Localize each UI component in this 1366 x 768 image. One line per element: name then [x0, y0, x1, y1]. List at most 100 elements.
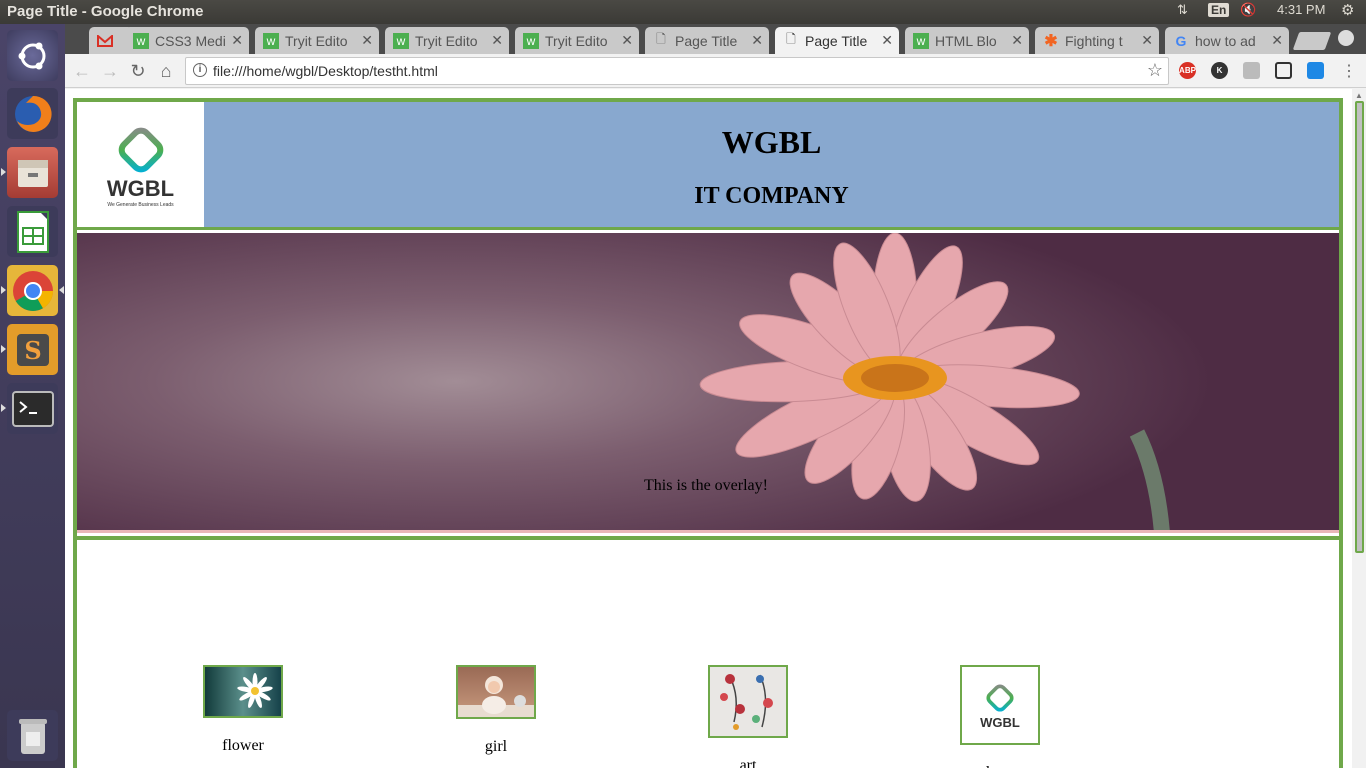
- close-icon[interactable]: ✕: [751, 32, 763, 49]
- tab-label: Tryit Edito: [415, 32, 478, 49]
- close-icon[interactable]: ✕: [881, 32, 893, 49]
- gallery-item-flower[interactable]: flower: [203, 665, 283, 755]
- site-logo: WGBL We Generate Business Leads: [77, 102, 204, 227]
- gallery-item-art[interactable]: art: [708, 665, 788, 768]
- tab-2[interactable]: w Tryit Edito ✕: [255, 27, 379, 54]
- close-icon[interactable]: ✕: [231, 32, 243, 49]
- tab-5[interactable]: 🗋 Page Title ✕: [645, 27, 769, 54]
- home-icon[interactable]: ⌂: [155, 60, 177, 82]
- forward-arrow-icon[interactable]: →: [99, 60, 121, 82]
- page-icon: 🗋: [656, 32, 666, 46]
- grey-extension-icon[interactable]: [1243, 62, 1260, 79]
- adblock-label: ABP: [1179, 66, 1196, 75]
- keyboard-layout-indicator[interactable]: En: [1208, 2, 1230, 17]
- close-icon[interactable]: ✕: [621, 32, 633, 49]
- hero-banner: This is the overlay!: [77, 233, 1339, 533]
- tab-1[interactable]: w CSS3 Medi ✕: [125, 27, 249, 54]
- terminal-icon[interactable]: [7, 383, 58, 434]
- image-gallery: flower girl art WGBL logo: [77, 540, 1339, 768]
- w3schools-icon: w: [393, 32, 409, 49]
- power-gear-icon[interactable]: ⚙: [1341, 1, 1354, 19]
- logo-thumbnail[interactable]: WGBL: [960, 665, 1040, 745]
- tab-label: HTML Blo: [935, 32, 997, 49]
- tab-7[interactable]: w HTML Blo ✕: [905, 27, 1029, 54]
- logo-tagline: We Generate Business Leads: [107, 201, 174, 208]
- reload-icon[interactable]: ↻: [127, 60, 149, 82]
- tab-strip: w CSS3 Medi ✕ w Tryit Edito ✕ w Tryit Ed…: [65, 24, 1366, 54]
- site-heading: WGBL: [721, 124, 822, 160]
- gallery-caption: logo: [960, 764, 1040, 768]
- tab-label: how to ad: [1195, 32, 1256, 49]
- volume-muted-icon[interactable]: 🔇: [1240, 2, 1256, 18]
- w3schools-icon: w: [263, 32, 279, 49]
- tab-label: Page Title: [675, 32, 738, 49]
- svg-text:S: S: [24, 336, 41, 365]
- blue-extension-icon[interactable]: [1307, 62, 1324, 79]
- back-arrow-icon[interactable]: ←: [71, 60, 93, 82]
- logo-wordmark: WGBL: [106, 175, 175, 201]
- bookmark-star-icon[interactable]: ☆: [1147, 60, 1163, 81]
- close-icon[interactable]: ✕: [1011, 32, 1023, 49]
- tab-label: CSS3 Medi: [155, 32, 226, 49]
- window-title: Page Title - Google Chrome: [7, 3, 204, 20]
- browser-toolbar: ← → ↻ ⌂ i file:///home/wgbl/Desktop/test…: [65, 54, 1366, 88]
- scroll-up-icon[interactable]: ▲: [1355, 91, 1363, 100]
- flower-thumbnail[interactable]: [203, 665, 283, 718]
- art-thumbnail[interactable]: [708, 665, 788, 738]
- close-icon[interactable]: ✕: [1271, 32, 1283, 49]
- google-icon: G: [1175, 32, 1187, 49]
- tab-6-active[interactable]: 🗋 Page Title ✕: [775, 27, 899, 54]
- w3schools-icon: w: [133, 32, 149, 49]
- keyboard-layout-label[interactable]: En: [1208, 3, 1230, 17]
- tab-9[interactable]: G how to ad ✕: [1165, 27, 1289, 54]
- new-tab-button[interactable]: [1292, 32, 1332, 50]
- gmail-icon: [97, 33, 113, 49]
- tab-3[interactable]: w Tryit Edito ✕: [385, 27, 509, 54]
- gallery-caption: art: [739, 757, 757, 768]
- page-viewport: WGBL We Generate Business Leads WGBL IT …: [65, 89, 1352, 768]
- page-frame: WGBL We Generate Business Leads WGBL IT …: [73, 98, 1343, 768]
- gallery-caption: girl: [484, 738, 508, 755]
- gallery-item-girl[interactable]: girl: [456, 665, 536, 756]
- url-text[interactable]: file:///home/wgbl/Desktop/testht.html: [213, 63, 438, 79]
- k-extension-icon[interactable]: K: [1211, 62, 1228, 79]
- tab-4[interactable]: w Tryit Edito ✕: [515, 27, 639, 54]
- gallery-caption: flower: [222, 737, 264, 754]
- clock[interactable]: 4:31 PM: [1277, 2, 1325, 17]
- address-bar[interactable]: i file:///home/wgbl/Desktop/testht.html …: [185, 57, 1169, 85]
- firefox-icon[interactable]: [7, 88, 58, 139]
- tab-8[interactable]: ✱ Fighting t ✕: [1035, 27, 1159, 54]
- menu-kebab-icon[interactable]: ⋮: [1338, 60, 1360, 82]
- site-subheading: IT COMPANY: [694, 183, 849, 209]
- os-top-panel: Page Title - Google Chrome ⇅ En 🔇 4:31 P…: [0, 0, 1366, 24]
- trash-icon[interactable]: [7, 710, 58, 761]
- page-icon: 🗋: [786, 32, 796, 46]
- launcher: S: [0, 24, 65, 768]
- logo-diamond-icon: [118, 127, 163, 172]
- close-icon[interactable]: ✕: [491, 32, 503, 49]
- tab-label: Page Title: [805, 32, 868, 49]
- info-icon[interactable]: i: [193, 63, 207, 77]
- files-icon[interactable]: [7, 147, 58, 198]
- scrollbar-thumb[interactable]: [1355, 101, 1364, 553]
- network-icon[interactable]: ⇅: [1177, 2, 1188, 18]
- profile-icon[interactable]: [1338, 30, 1354, 46]
- close-icon[interactable]: ✕: [361, 32, 373, 49]
- close-icon[interactable]: ✕: [1141, 32, 1153, 49]
- adblock-plus-icon[interactable]: ABP: [1179, 62, 1196, 79]
- tab-label: Fighting t: [1065, 32, 1123, 49]
- site-header: WGBL We Generate Business Leads WGBL IT …: [77, 102, 1339, 230]
- chrome-icon[interactable]: [7, 265, 58, 316]
- k-label: K: [1216, 66, 1223, 75]
- page-scrollbar[interactable]: ▲: [1352, 89, 1366, 768]
- w3schools-icon: w: [913, 32, 929, 49]
- cube-extension-icon[interactable]: [1275, 62, 1292, 79]
- sublime-text-icon[interactable]: S: [7, 324, 58, 375]
- w3schools-icon: w: [523, 32, 539, 49]
- girl-thumbnail[interactable]: [456, 665, 536, 719]
- logo-wordmark: WGBL: [980, 714, 1020, 730]
- spreadsheet-icon[interactable]: [7, 206, 58, 257]
- gallery-item-logo[interactable]: WGBL logo: [960, 665, 1040, 768]
- ubuntu-dash-icon[interactable]: [7, 30, 58, 81]
- logo-diamond-icon: [986, 683, 1014, 712]
